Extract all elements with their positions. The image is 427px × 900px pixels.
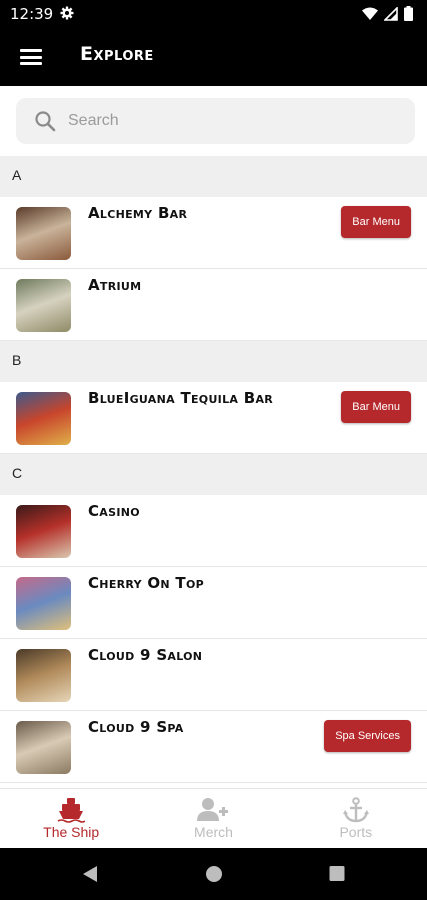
system-navigation-bar <box>0 848 427 900</box>
list-item[interactable]: Cloud 9 Spa Spa Services <box>0 711 427 783</box>
nav-the-ship[interactable]: The Ship <box>0 789 142 848</box>
status-time: 12:39 <box>10 5 54 23</box>
venue-thumbnail <box>16 207 71 260</box>
bottom-navigation: The Ship Merch Ports <box>0 788 427 848</box>
venue-name: Cherry On Top <box>88 574 204 592</box>
add-person-icon <box>197 798 229 821</box>
list-item[interactable]: BlueIguana Tequila Bar Bar Menu <box>0 382 427 454</box>
nav-ports[interactable]: Ports <box>285 789 427 848</box>
gear-icon <box>60 6 74 20</box>
nav-label: Merch <box>194 824 233 840</box>
anchor-icon <box>342 797 369 823</box>
status-bar: 12:39 <box>0 0 427 28</box>
section-header-c: C <box>0 454 427 495</box>
venue-name: Cloud 9 Spa <box>88 718 184 736</box>
section-header-a: A <box>0 156 427 197</box>
list-item[interactable]: Cloud 9 Salon <box>0 639 427 711</box>
venue-thumbnail <box>16 505 71 558</box>
bar-menu-button[interactable]: Bar Menu <box>341 391 411 423</box>
venue-name: Casino <box>88 502 140 520</box>
signal-icon <box>384 6 398 21</box>
venue-name: BlueIguana Tequila Bar <box>88 389 274 407</box>
venue-thumbnail <box>16 649 71 702</box>
spa-services-button[interactable]: Spa Services <box>324 720 411 752</box>
search-box[interactable] <box>16 98 415 144</box>
venue-thumbnail <box>16 721 71 774</box>
app-bar: Explore <box>0 28 427 86</box>
hamburger-menu-icon[interactable] <box>20 49 42 65</box>
venue-name: Atrium <box>88 276 142 294</box>
nav-label: Ports <box>339 824 373 840</box>
section-header-b: B <box>0 341 427 382</box>
search-input[interactable] <box>68 98 398 144</box>
search-icon <box>35 111 56 132</box>
venue-name: Alchemy Bar <box>88 204 188 222</box>
battery-icon <box>404 6 413 21</box>
home-icon[interactable] <box>205 865 223 883</box>
venue-thumbnail <box>16 392 71 445</box>
venue-name: Cloud 9 Salon <box>88 646 203 664</box>
bar-menu-button[interactable]: Bar Menu <box>341 206 411 238</box>
venue-thumbnail <box>16 577 71 630</box>
nav-merch[interactable]: Merch <box>142 789 284 848</box>
search-area <box>0 86 427 156</box>
page-title: Explore <box>80 43 154 65</box>
venue-list: A Alchemy Bar Bar Menu Atrium B BlueIgua… <box>0 156 427 788</box>
ship-icon <box>57 798 86 823</box>
wifi-icon <box>362 7 378 20</box>
list-item[interactable]: Casino <box>0 495 427 567</box>
list-item[interactable]: Alchemy Bar Bar Menu <box>0 197 427 269</box>
back-icon[interactable] <box>82 865 98 883</box>
venue-thumbnail <box>16 279 71 332</box>
list-item[interactable]: Cherry On Top <box>0 567 427 639</box>
nav-label: The Ship <box>43 824 100 840</box>
list-item[interactable]: Atrium <box>0 269 427 341</box>
recents-icon[interactable] <box>329 865 345 883</box>
